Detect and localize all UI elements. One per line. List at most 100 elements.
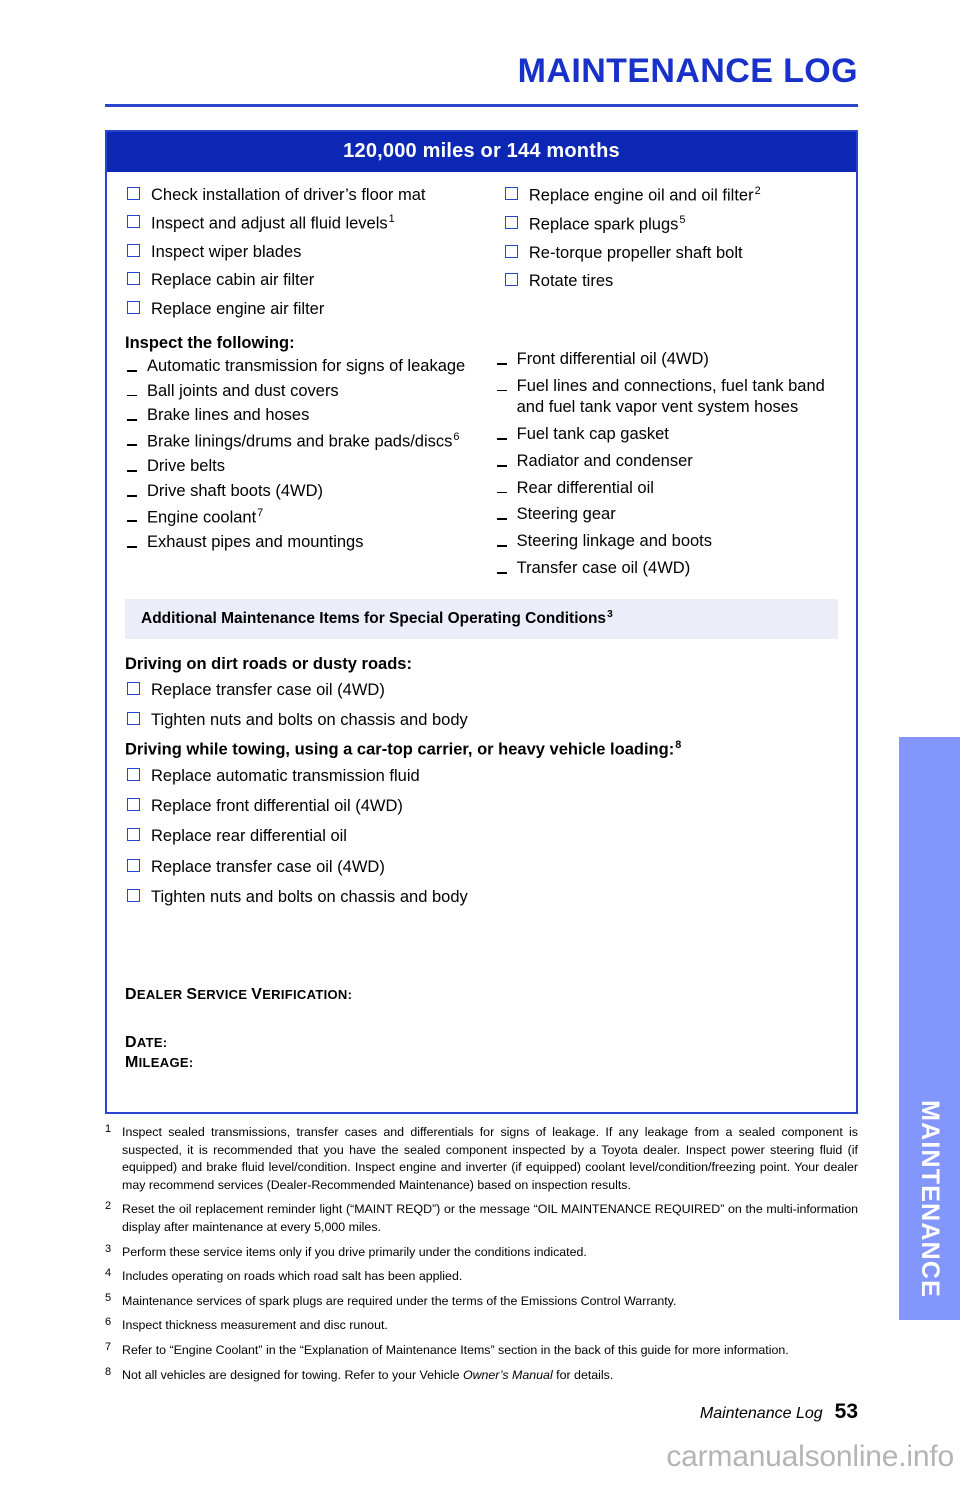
checkbox-icon[interactable] (127, 767, 140, 781)
footnote-marker: 2 (754, 185, 761, 197)
checklist-item[interactable]: Replace engine air filter (125, 298, 503, 320)
footnote: 8 Not all vehicles are designed for towin… (105, 1365, 858, 1385)
inspect-item: Drive shaft boots (4WD) (125, 481, 495, 503)
checklist-item-label: Replace engine air filter (151, 299, 325, 318)
dash-bullet-icon (496, 464, 507, 467)
dealer-verification-block: DEALER SERVICE VERIFICATION: DATE: MILEA… (107, 986, 856, 1072)
inspect-item: Brake linings/drums and brake pads/discs… (125, 430, 495, 453)
inspect-item-label: Radiator and condenser (516, 451, 693, 470)
inspect-item-label: Engine coolant (147, 508, 257, 527)
checklist-item[interactable]: Inspect and adjust all fluid levels1 (125, 212, 503, 235)
inspect-item-label: Drive shaft boots (4WD) (147, 482, 324, 501)
checkbox-icon[interactable] (504, 187, 518, 200)
checkbox-icon[interactable] (127, 681, 140, 695)
inspect-item-label: Transfer case oil (4WD) (516, 558, 691, 577)
footnote-text: Includes operating on roads which road s… (122, 1269, 463, 1284)
checklist-item[interactable]: Replace spark plugs5 (503, 213, 838, 236)
footnote: 2 Reset the oil replacement reminder ligh… (105, 1200, 858, 1236)
checkbox-icon[interactable] (127, 272, 140, 286)
checklist-item[interactable]: Replace cabin air filter (125, 269, 503, 291)
footnote-marker: 7 (257, 506, 264, 519)
condition-group-heading: Driving on dirt roads or dusty roads: (125, 654, 412, 673)
inspect-item-label: Fuel tank cap gasket (516, 425, 669, 444)
checkbox-icon[interactable] (504, 215, 518, 229)
checklist-item-label: Rotate tires (528, 271, 614, 290)
footnote-marker: 1 (388, 213, 395, 226)
checklist-item[interactable]: Tighten nuts and bolts on chassis and bo… (125, 709, 838, 731)
footnote: 4 Includes operating on roads which road … (105, 1267, 858, 1286)
inspect-item: Steering gear (495, 504, 838, 526)
inspect-item-label: Fuel lines and connections, fuel tank ba… (516, 376, 825, 417)
checklist-item[interactable]: Tighten nuts and bolts on chassis and bo… (125, 886, 838, 908)
footnote-text: Refer to “Engine Coolant” in the “Explan… (122, 1343, 789, 1358)
footnote-text: Maintenance services of spark plugs are … (122, 1293, 677, 1308)
inspect-item-label: Steering gear (516, 505, 616, 524)
checkbox-icon[interactable] (127, 244, 140, 258)
mileage-label: MILEAGE: (125, 1054, 194, 1072)
condition-group-heading: Driving while towing, using a car-top ca… (125, 739, 682, 759)
inspect-item-label: Brake lines and hoses (147, 406, 310, 425)
checkbox-icon[interactable] (127, 300, 140, 314)
checklist-item[interactable]: Replace engine oil and oil filter2 (503, 184, 838, 207)
inspect-item: Drive belts (125, 456, 495, 478)
checklist-item[interactable]: Replace transfer case oil (4WD) (125, 856, 838, 878)
section-tab-maintenance[interactable]: MAINTENANCE (899, 737, 960, 1320)
checklist-item-label: Inspect and adjust all fluid levels (151, 214, 388, 233)
checkbox-icon[interactable] (127, 712, 140, 726)
footnote-number: 8 (105, 1365, 112, 1378)
checkbox-icon[interactable] (127, 215, 140, 229)
checkbox-icon[interactable] (504, 244, 518, 258)
special-banner-note: 3 (607, 608, 613, 620)
footnote-text: Inspect thickness measurement and disc r… (122, 1318, 388, 1333)
footnote-marker: 5 (679, 213, 686, 226)
checklist-item[interactable]: Check installation of driver’s floor mat (125, 184, 503, 206)
footnote-marker: 6 (453, 431, 460, 444)
dash-bullet-icon (496, 491, 507, 494)
checkbox-icon[interactable] (127, 187, 140, 200)
footer-section-label: Maintenance Log (699, 1405, 823, 1422)
footnote: 3 Perform these service items only if you… (105, 1243, 858, 1262)
checklist-item[interactable]: Re-torque propeller shaft bolt (503, 242, 838, 264)
title-divider (105, 104, 858, 107)
checklist-item[interactable]: Replace transfer case oil (4WD) (125, 679, 838, 701)
checkbox-icon[interactable] (127, 798, 140, 812)
checklist-item-label: Replace spark plugs (528, 215, 679, 234)
footnote: 6 Inspect thickness measurement and disc … (105, 1316, 858, 1335)
inspect-item-label: Drive belts (147, 457, 225, 476)
checklist-item[interactable]: Rotate tires (503, 270, 838, 292)
inspect-heading: Inspect the following: (125, 333, 295, 352)
footnote: 7 Refer to “Engine Coolant” in the “Expla… (105, 1341, 858, 1360)
inspect-list-right: Front differential oil (4WD) Fuel lines a… (495, 349, 838, 580)
footnote-text: Reset the oil replacement reminder light… (122, 1202, 858, 1235)
date-label: DATE: (125, 1034, 168, 1052)
inspect-item: Fuel tank cap gasket (495, 424, 838, 446)
dash-bullet-icon (127, 546, 137, 548)
checklist-item-label: Replace cabin air filter (151, 271, 315, 290)
dash-bullet-icon (127, 495, 137, 497)
special-conditions-banner: Additional Maintenance Items for Special… (125, 598, 838, 639)
checklist-item-label: Replace automatic transmission fluid (151, 766, 420, 785)
maintenance-log-table: 120,000 miles or 144 months Check instal… (105, 130, 858, 1114)
inspect-item: Engine coolant7 (125, 506, 495, 529)
dash-bullet-icon (127, 369, 137, 372)
footnote-text: Perform these service items only if you … (122, 1244, 587, 1259)
inspect-item-label: Brake linings/drums and brake pads/discs (147, 432, 453, 451)
checkbox-icon[interactable] (504, 272, 518, 286)
footnote-emphasis: Owner’s Manual (462, 1367, 553, 1382)
checklist-item[interactable]: Replace front differential oil (4WD) (125, 795, 838, 817)
checkbox-icon[interactable] (127, 828, 140, 842)
page-title: MAINTENANCE LOG (517, 52, 858, 90)
primary-checklist: Check installation of driver’s floor mat… (125, 184, 838, 326)
page-number: 53 (834, 1400, 858, 1423)
checkbox-icon[interactable] (127, 858, 140, 872)
footnote-number: 1 (105, 1123, 112, 1135)
special-conditions-body: Driving on dirt roads or dusty roads: Rep… (107, 639, 856, 908)
checklist-item[interactable]: Inspect wiper blades (125, 241, 503, 263)
inspect-item-label: Rear differential oil (516, 478, 654, 497)
inspect-item: Exhaust pipes and mountings (125, 532, 495, 554)
dash-bullet-icon (127, 444, 137, 446)
section-tab-label: MAINTENANCE (916, 1100, 944, 1298)
checkbox-icon[interactable] (127, 888, 140, 902)
checklist-item[interactable]: Replace automatic transmission fluid (125, 765, 838, 787)
checklist-item[interactable]: Replace rear differential oil (125, 825, 838, 847)
